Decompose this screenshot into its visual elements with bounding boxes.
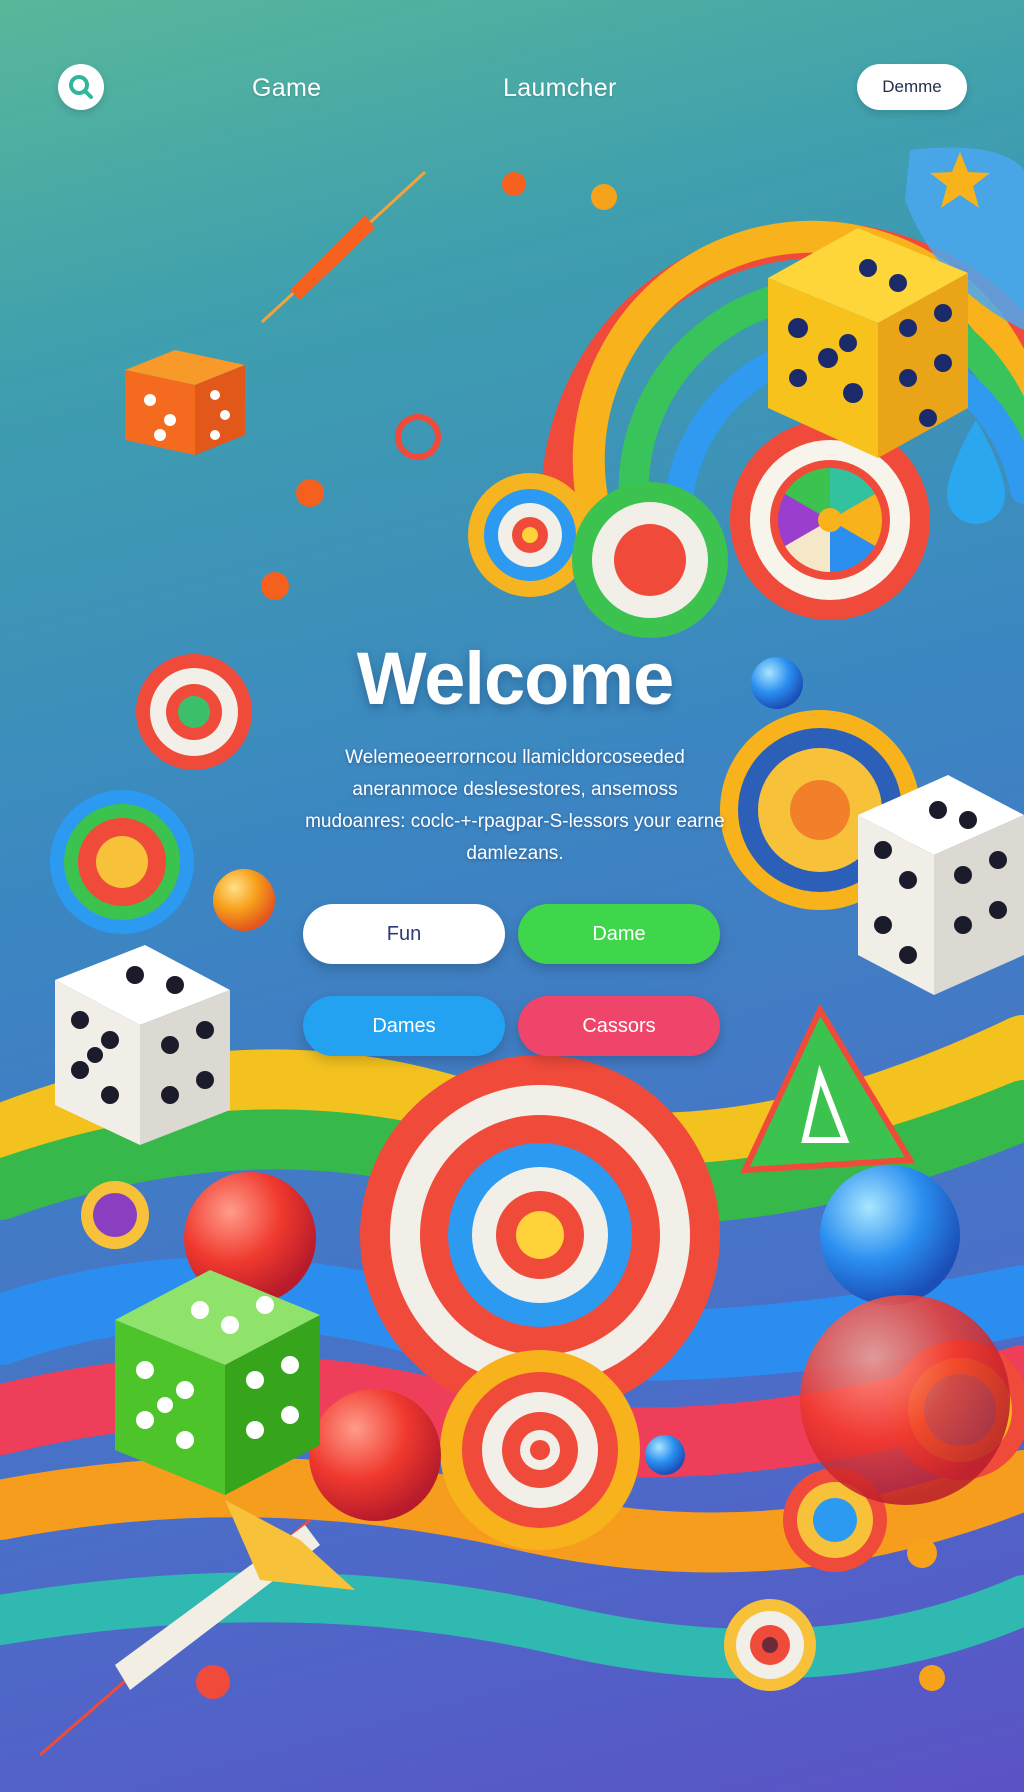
target-icon	[468, 473, 592, 597]
ball-icon	[800, 1295, 1010, 1505]
target-icon	[136, 654, 252, 770]
fun-button[interactable]: Fun	[303, 904, 505, 964]
dames-button[interactable]: Dames	[303, 996, 505, 1056]
header-pill-button[interactable]: Demme	[857, 64, 967, 110]
search-button[interactable]	[58, 64, 104, 110]
cassors-button[interactable]: Cassors	[518, 996, 720, 1056]
target-icon	[81, 1181, 149, 1249]
dice-icon	[125, 350, 245, 455]
target-icon	[440, 1350, 640, 1550]
dame-button[interactable]: Dame	[518, 904, 720, 964]
ball-icon	[213, 869, 275, 931]
dice-icon	[55, 945, 230, 1145]
dart-icon	[260, 170, 427, 324]
target-icon	[572, 482, 728, 638]
dice-icon	[858, 775, 1024, 995]
decorative-game-artwork	[0, 147, 1024, 1757]
dice-icon	[768, 228, 968, 458]
target-icon	[50, 790, 194, 934]
ball-icon	[309, 1389, 441, 1521]
target-icon	[724, 1599, 816, 1691]
wheel-icon	[730, 420, 930, 620]
search-icon	[69, 75, 93, 99]
ball-icon	[645, 1435, 685, 1475]
hero-title: Welcome	[356, 637, 675, 720]
nav-link-launcher[interactable]: Laumcher	[503, 74, 617, 103]
nav-link-game[interactable]: Game	[252, 74, 321, 103]
hero-description: Welemeoeerrorncou llamicldorcoseeded ane…	[305, 747, 725, 864]
ball-icon	[820, 1165, 960, 1305]
